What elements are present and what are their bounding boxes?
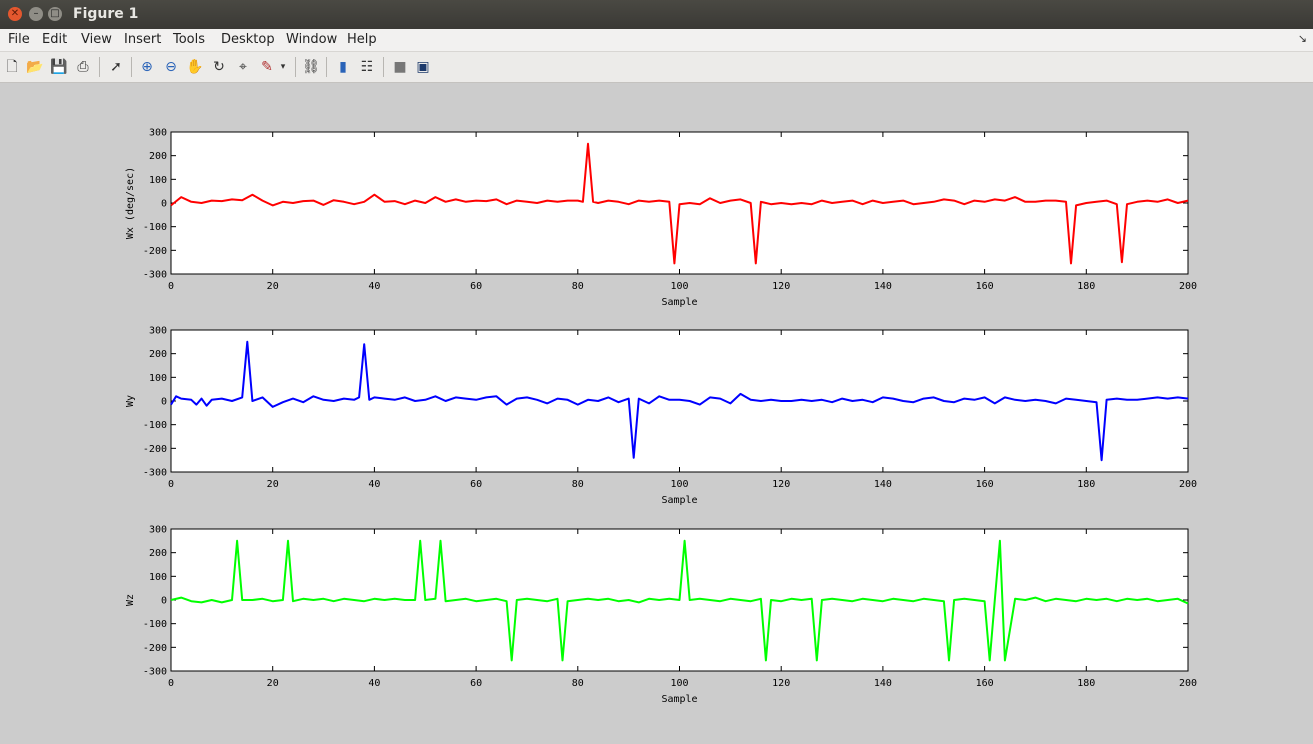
y-tick-label: 100 [149,175,167,186]
y-tick-label: -100 [143,222,167,233]
x-tick-label: 180 [1077,479,1095,490]
figure-canvas: 0 20 40 60 80 100 120 140 160 180 2003002001000-10… [125,128,1197,706]
x-tick-label: 160 [976,479,994,490]
y-axis-label: Wz [125,594,136,606]
x-tick-label: 60 [470,678,482,689]
x-tick-label: 40 [368,678,380,689]
y-tick-label: 100 [149,373,167,384]
axes-1 [170,131,1189,275]
x-tick-label: 140 [874,281,892,292]
y-tick-label: 0 [161,397,167,408]
x-tick-label: 40 [368,281,380,292]
x-tick-label: 60 [470,281,482,292]
y-tick-label: 200 [149,548,167,559]
x-tick-label: 60 [470,479,482,490]
x-tick-label: 120 [772,479,790,490]
x-tick-label: 100 [670,479,688,490]
y-tick-label: 0 [161,596,167,607]
x-tick-label: 200 [1179,678,1197,689]
x-tick-label: 180 [1077,678,1095,689]
y-axis-label: Wx (deg/sec) [125,167,136,239]
x-tick-label: 80 [572,479,584,490]
y-tick-label: 100 [149,572,167,583]
y-tick-label: -300 [143,667,167,678]
axes-2 [170,329,1189,473]
x-tick-label: 180 [1077,281,1095,292]
x-tick-label: 120 [772,678,790,689]
x-tick-label: 200 [1179,479,1197,490]
y-tick-label: -100 [143,619,167,630]
x-axis-label: Sample [661,495,697,506]
x-tick-label: 160 [976,281,994,292]
x-tick-label: 80 [572,281,584,292]
x-tick-label: 100 [670,678,688,689]
y-tick-label: 300 [149,326,167,337]
x-tick-label: 160 [976,678,994,689]
x-tick-label: 20 [267,678,279,689]
y-tick-label: -200 [143,246,167,257]
x-tick-label: 100 [670,281,688,292]
y-tick-label: 0 [161,199,167,210]
x-tick-label: 0 [168,479,174,490]
x-tick-label: 0 [168,678,174,689]
x-axis-label: Sample [661,694,697,705]
y-tick-label: 200 [149,151,167,162]
x-tick-label: 40 [368,479,380,490]
x-tick-label: 0 [168,281,174,292]
y-axis-label: Wy [125,395,136,407]
y-tick-label: -200 [143,643,167,654]
y-tick-label: -200 [143,444,167,455]
x-tick-label: 140 [874,479,892,490]
x-axis-label: Sample [661,297,697,308]
x-tick-label: 80 [572,678,584,689]
x-tick-label: 20 [267,479,279,490]
y-tick-label: -100 [143,420,167,431]
y-tick-label: 300 [149,525,167,536]
x-tick-label: 20 [267,281,279,292]
y-tick-label: 300 [149,128,167,139]
x-tick-label: 200 [1179,281,1197,292]
y-tick-label: 200 [149,349,167,360]
x-tick-label: 140 [874,678,892,689]
y-tick-label: -300 [143,270,167,281]
y-tick-label: -300 [143,468,167,479]
x-tick-label: 120 [772,281,790,292]
